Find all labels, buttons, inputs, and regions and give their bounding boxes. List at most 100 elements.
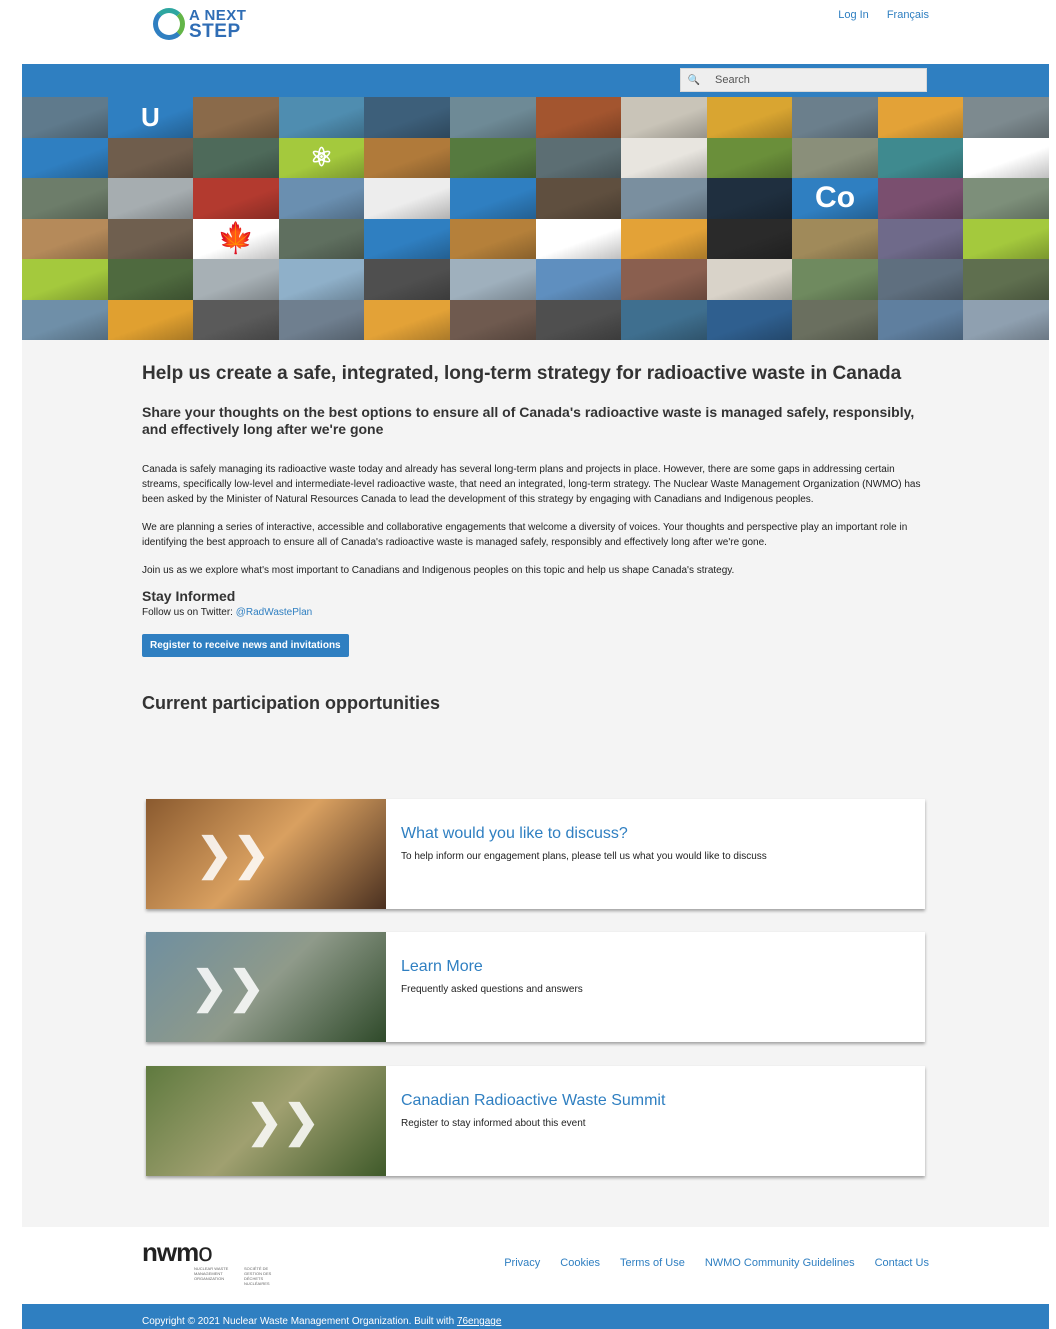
mosaic-tile — [535, 218, 622, 259]
logo-ring-icon — [153, 8, 185, 40]
mosaic-tile-label: U — [140, 101, 160, 132]
mosaic-tile — [107, 178, 194, 219]
language-link[interactable]: Français — [887, 9, 929, 21]
mosaic-tile — [706, 259, 793, 300]
twitter-link[interactable]: @RadWastePlan — [236, 607, 312, 618]
mosaic-tile — [107, 299, 194, 340]
logo-text: A NEXT STEP — [189, 8, 246, 41]
login-link[interactable]: Log In — [838, 9, 869, 21]
nwmo-sub-en: NUCLEAR WASTE MANAGEMENT ORGANIZATION — [194, 1266, 229, 1281]
mosaic-tile: 🍁 — [193, 218, 279, 259]
card-description: To help inform our engagement plans, ple… — [401, 851, 767, 862]
mosaic-tile — [278, 97, 365, 138]
mosaic-tile — [449, 259, 536, 300]
mosaic-tile — [877, 97, 964, 138]
mosaic-tile — [364, 299, 450, 340]
card-description: Register to stay informed about this eve… — [401, 1118, 586, 1129]
copyright-text: Copyright © 2021 Nuclear Waste Managemen… — [142, 1316, 455, 1327]
mosaic-tile — [963, 178, 1049, 219]
mosaic-tile — [792, 218, 878, 259]
mosaic-tile — [963, 97, 1049, 138]
opportunities-heading: Current participation opportunities — [142, 693, 441, 713]
mosaic-tile — [535, 137, 622, 178]
card-title[interactable]: What would you like to discuss? — [401, 825, 767, 843]
card-title[interactable]: Canadian Radioactive Waste Summit — [401, 1092, 665, 1110]
search-box[interactable]: 🔍 — [680, 68, 927, 92]
mosaic-tile — [621, 299, 707, 340]
card-body: Canadian Radioactive Waste Summit Regist… — [386, 1066, 680, 1176]
mosaic-tile — [193, 137, 279, 178]
mosaic-tile — [449, 218, 536, 259]
footer-link-contact[interactable]: Contact Us — [875, 1257, 929, 1269]
mosaic-tile — [621, 137, 707, 178]
opportunity-card-discuss[interactable]: ❯❯ What would you like to discuss? To he… — [146, 799, 925, 909]
mosaic-tile — [193, 299, 279, 340]
footer-link-cookies[interactable]: Cookies — [560, 1257, 600, 1269]
footer-links: Privacy Cookies Terms of Use NWMO Commun… — [504, 1257, 929, 1269]
footer-link-privacy[interactable]: Privacy — [504, 1257, 540, 1269]
mosaic-tile — [364, 178, 450, 219]
nwmo-subtitle: NUCLEAR WASTE MANAGEMENT ORGANIZATION SO… — [194, 1266, 284, 1286]
mosaic-tile — [278, 218, 365, 259]
mosaic-tile — [535, 97, 622, 138]
card-title[interactable]: Learn More — [401, 958, 583, 976]
mosaic-tile — [621, 97, 707, 138]
footer-link-terms[interactable]: Terms of Use — [620, 1257, 685, 1269]
card-image-summit: ❯❯ — [146, 1066, 386, 1176]
main-content: Help us create a safe, integrated, long-… — [142, 362, 932, 714]
copyright-bar: Copyright © 2021 Nuclear Waste Managemen… — [22, 1304, 1049, 1329]
opportunity-card-learn-more[interactable]: ❯❯ Learn More Frequently asked questions… — [146, 932, 925, 1042]
chevron-right-icon: ❯❯ — [246, 1096, 320, 1146]
mosaic-tile — [364, 218, 450, 259]
follow-line: Follow us on Twitter: @RadWastePlan — [142, 607, 932, 618]
nwmo-wordmark-thin: o — [198, 1237, 213, 1267]
mosaic-tile — [22, 178, 108, 219]
mosaic-tile — [449, 299, 536, 340]
nwmo-wordmark-bold: nwm — [142, 1237, 199, 1267]
intro-paragraph-1: Canada is safely managing its radioactiv… — [142, 464, 921, 505]
mosaic-tile — [792, 299, 878, 340]
mosaic-tile — [792, 259, 878, 300]
mosaic-tile — [22, 97, 108, 138]
card-body: Learn More Frequently asked questions an… — [386, 932, 598, 1042]
mosaic-tile — [22, 259, 108, 300]
mosaic-tile — [193, 178, 279, 219]
mosaic-tile — [193, 259, 279, 300]
mosaic-tile — [107, 259, 194, 300]
a-next-step-logo[interactable]: A NEXT STEP — [153, 8, 246, 41]
mosaic-tile — [278, 178, 365, 219]
mosaic-tile — [535, 299, 622, 340]
chevron-right-icon: ❯❯ — [196, 829, 270, 879]
mosaic-tile — [963, 299, 1049, 340]
mosaic-tile: ⚛ — [278, 137, 365, 178]
mosaic-tile — [877, 178, 964, 219]
card-image-learn-more: ❯❯ — [146, 932, 386, 1042]
mosaic-tile — [449, 178, 536, 219]
mosaic-tile — [107, 218, 194, 259]
mosaic-tile — [535, 178, 622, 219]
search-input[interactable] — [715, 74, 925, 86]
mosaic-tile — [364, 259, 450, 300]
mosaic-tile — [278, 299, 365, 340]
mosaic-tile — [877, 137, 964, 178]
footer-link-guidelines[interactable]: NWMO Community Guidelines — [705, 1257, 855, 1269]
page-title: Help us create a safe, integrated, long-… — [142, 363, 902, 384]
register-button[interactable]: Register to receive news and invitations — [142, 634, 349, 657]
chevron-right-icon: ❯❯ — [191, 962, 265, 1012]
mosaic-tile: U — [107, 97, 194, 138]
nwmo-sub-fr: SOCIÉTÉ DE GESTION DES DÉCHETS NUCLÉAIRE… — [244, 1266, 272, 1286]
mosaic-tile — [22, 218, 108, 259]
mosaic-tile — [706, 97, 793, 138]
mosaic-tile — [449, 97, 536, 138]
opportunity-card-summit[interactable]: ❯❯ Canadian Radioactive Waste Summit Reg… — [146, 1066, 925, 1176]
mosaic-tile — [877, 259, 964, 300]
top-links: Log In Français — [838, 9, 929, 21]
nwmo-logo[interactable]: nwmo NUCLEAR WASTE MANAGEMENT ORGANIZATI… — [142, 1239, 284, 1286]
follow-text: Follow us on Twitter: — [142, 607, 233, 618]
search-icon[interactable]: 🔍 — [681, 75, 707, 86]
stay-informed-heading: Stay Informed — [142, 588, 236, 604]
mosaic-tile — [364, 137, 450, 178]
mosaic-tile — [706, 299, 793, 340]
built-with-link[interactable]: 76engage — [457, 1316, 502, 1327]
mosaic-tile: Co — [792, 178, 878, 219]
